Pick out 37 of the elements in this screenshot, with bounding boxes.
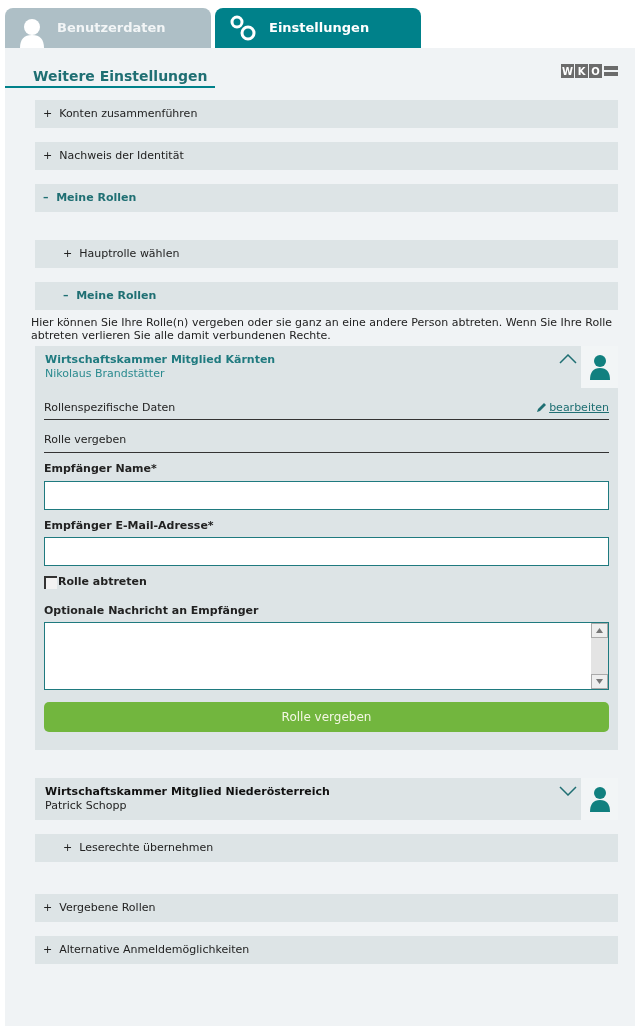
- pencil-icon: [536, 402, 548, 414]
- input-field[interactable]: [44, 480, 609, 510]
- person-icon: [589, 354, 610, 380]
- logo: W K O: [561, 64, 618, 78]
- accordion-header[interactable]: + Leserechte übernehmen: [35, 834, 618, 862]
- text-area[interactable]: [44, 622, 609, 690]
- field-label: Empfänger E-Mail-Adresse*: [44, 517, 215, 534]
- accordion-header[interactable]: + Vergebene Rollen: [35, 894, 618, 922]
- person-icon: [589, 786, 610, 812]
- checkbox[interactable]: [44, 575, 57, 589]
- input-field[interactable]: [44, 537, 609, 566]
- edit-link[interactable]: bearbeiten: [536, 399, 609, 416]
- accordion-header[interactable]: + Nachweis der Identität: [35, 142, 618, 170]
- gears-icon: [229, 14, 257, 42]
- accordion-header[interactable]: + Hauptrolle wählen: [35, 240, 618, 268]
- scroll-down-icon: [591, 674, 608, 689]
- role-person: Nikolaus Brandstätter: [45, 367, 166, 381]
- scrollbar[interactable]: [591, 623, 608, 689]
- person-icon: [19, 16, 45, 48]
- field-label: Optionale Nachricht an Empfänger: [44, 602, 260, 619]
- field-label: Empfänger Name*: [44, 461, 158, 477]
- chevron-up-icon: [559, 354, 577, 364]
- accordion-header[interactable]: – Meine Rollen: [35, 282, 618, 310]
- checkbox-label: Rolle abtreten: [58, 574, 147, 590]
- role-person: Patrick Schopp: [45, 799, 128, 813]
- scroll-up-icon: [591, 623, 608, 638]
- role-title: Wirtschaftskammer Mitglied Niederösterreich: [45, 784, 331, 799]
- tab[interactable]: Einstellungen: [215, 8, 421, 48]
- intro-text: Hier können Sie Ihre Rolle(n) vergeben oder sie ganz an eine andere Person abtreten. Wenn Sie Ihre Rolle abtreten verlieren Sie alle damit verbundenen Rechte.: [31, 316, 614, 342]
- label: Rollenspezifische Daten: [44, 399, 176, 416]
- accordion-header[interactable]: + Konten zusammenführen: [35, 100, 618, 128]
- accordion-header[interactable]: – Meine Rollen: [35, 184, 618, 212]
- form-title: Rolle vergeben: [44, 420, 609, 453]
- chevron-down-icon: [559, 786, 577, 796]
- section-heading: Weitere Einstellungen: [5, 66, 215, 88]
- role-title: Wirtschaftskammer Mitglied Kärnten: [45, 352, 277, 367]
- accordion-header[interactable]: + Alternative Anmeldemöglichkeiten: [35, 936, 618, 964]
